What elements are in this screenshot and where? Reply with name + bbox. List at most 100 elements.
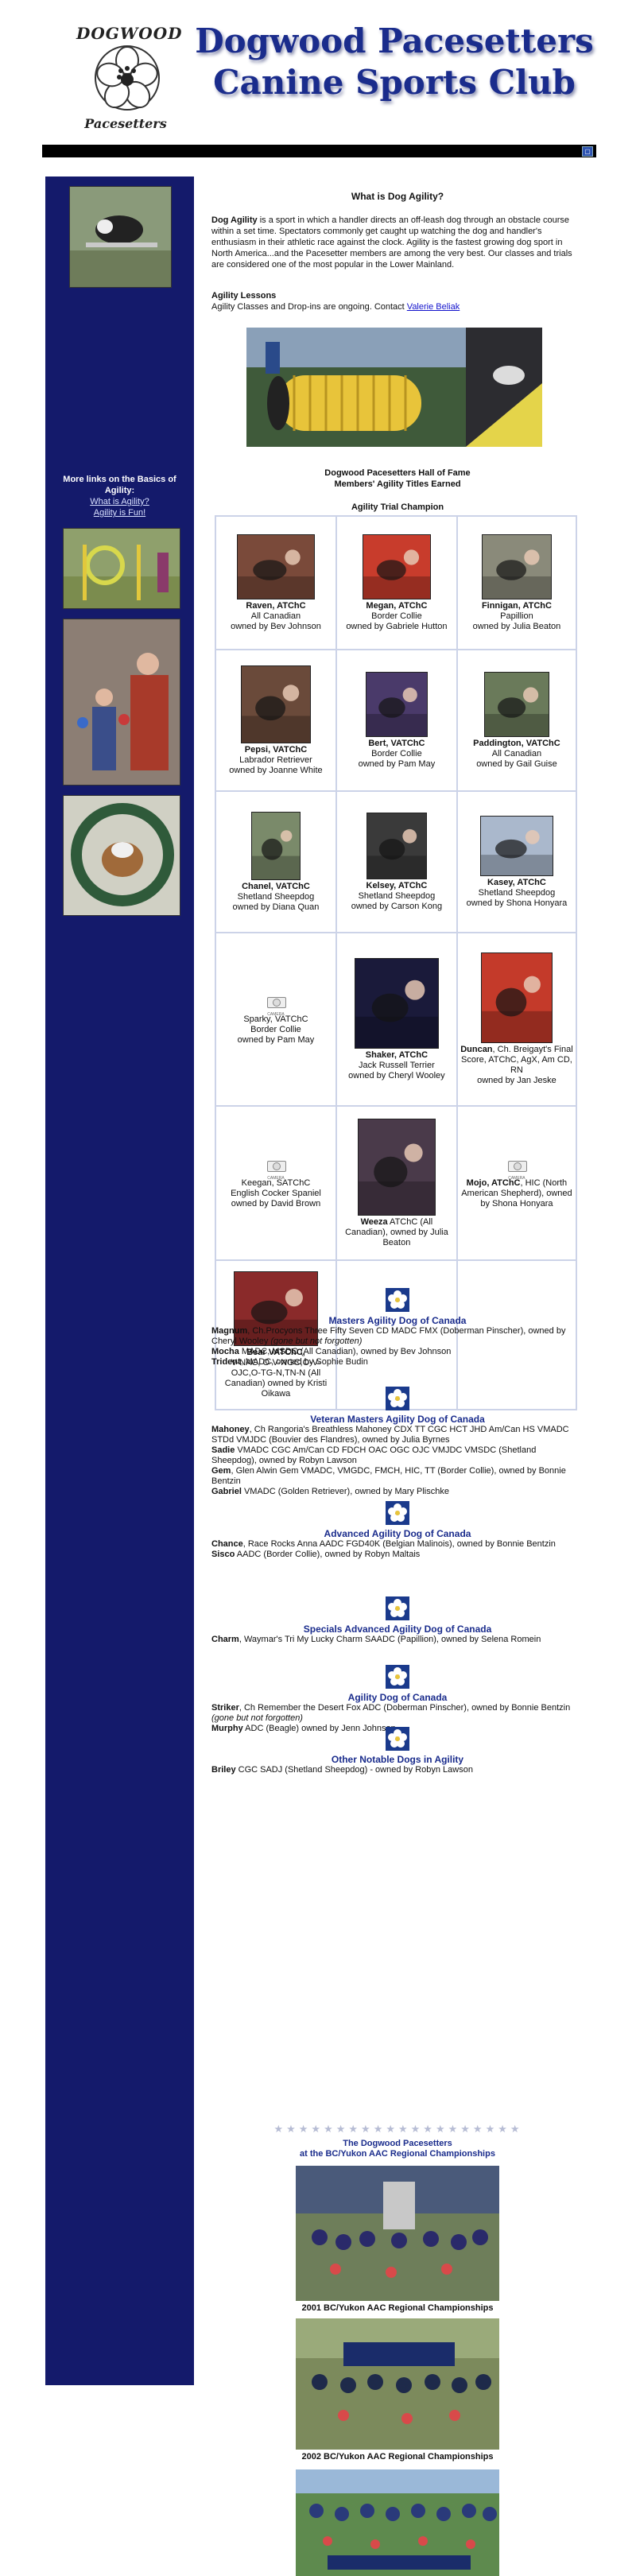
agility-lessons-banner (246, 328, 542, 447)
contact-link[interactable]: Valerie Beliak (407, 302, 460, 312)
lessons-text: Agility Classes and Drop-ins are ongoing… (211, 302, 460, 312)
champion-owner: owned by Gabriele Hutton (346, 621, 448, 631)
regional-caption-2001: 2001 BC/Yukon AAC Regional Championships (301, 2303, 494, 2313)
agility-trial-champion-title: Agility Trial Champion (351, 502, 444, 512)
dog-photo (483, 671, 549, 737)
regional-title: The Dogwood Pacesetters at the BC/Yukon … (211, 2139, 584, 2159)
dog-name: Chance (211, 1539, 243, 1549)
hall-of-fame-title-line2: Members' Agility Titles Earned (334, 479, 461, 489)
champion-name: Duncan (460, 1045, 493, 1054)
dog-name: Charm (211, 1635, 239, 1644)
champion-owner: owned by Diana Quan (232, 902, 320, 912)
dog-photo-icon (363, 549, 430, 599)
dog-details: AADC (Border Collie), owned by Robyn Mal… (235, 1550, 421, 1559)
champion-card: Weeza ATChC (All Canadian), owned by Jul… (335, 1105, 458, 1261)
champion-card: Finnigan, ATChC Papillion owned by Julia B… (456, 515, 578, 650)
category-entry: Chance, Race Rocks Anna AADC FGD40K (Bel… (211, 1539, 584, 1550)
champion-name: Kasey, ATChC (487, 877, 546, 887)
category-entry: Sisco AADC (Border Collie), owned by Rob… (211, 1550, 584, 1560)
champion-owner: owned by Pam May (358, 758, 436, 769)
champion-name: Chanel, VATChC (242, 881, 310, 891)
title-category: Advanced Agility Dog of Canada Chance, Ra… (211, 1501, 584, 1560)
champion-owner: owned by David Brown (231, 1198, 321, 1208)
champion-name: Shaker, ATChC (365, 1049, 429, 1060)
dog-photo-icon (481, 976, 552, 1042)
intro-term: Dog Agility (211, 215, 258, 225)
champion-name: Pepsi, VATChC (244, 744, 308, 755)
dog-name: Gabriel (211, 1487, 242, 1496)
camera-placeholder-label: CAMERA (267, 1011, 285, 1017)
dogwood-flower-icon (386, 1665, 409, 1689)
dog-photo-icon (241, 684, 310, 743)
champion-breed: Jack Russell Terrier (359, 1060, 435, 1070)
lessons-heading: Agility Lessons (211, 291, 277, 301)
champion-owner: owned by Pam May (237, 1034, 315, 1045)
dog-name: Mocha (211, 1347, 239, 1356)
champion-name: Bert, VATChC (368, 738, 425, 748)
dog-details: , MADC, owned by Sophie Budin (240, 1357, 368, 1367)
category-title: Agility Dog of Canada (347, 1692, 448, 1703)
logo-wordmark-bottom: Pacesetters (84, 116, 167, 131)
category-entry: Trident, MADC, owned by Sophie Budin (211, 1357, 584, 1368)
nav-button-icon[interactable]: ▢ (582, 146, 593, 157)
category-entry: Sadie VMADC CGC Am/Can CD FDCH OAC OGC O… (211, 1445, 584, 1466)
dogwood-flower-icon (386, 1501, 409, 1525)
group-photo-icon (296, 2469, 499, 2576)
sidebar-photo-ribbons (63, 619, 180, 786)
champion-breed: Shetland Sheepdog (358, 890, 436, 901)
champion-card: Megan, ATChC Border Collie owned by Gabrie… (335, 515, 458, 650)
dogwood-flower-icon (386, 1387, 409, 1410)
dog-photo-icon (480, 829, 553, 875)
champion-name: Finnigan, ATChC (481, 600, 552, 611)
champions-table: Raven, ATChC All Canadian owned by Bev Joh… (215, 515, 578, 1410)
champion-breed: Shetland Sheepdog (478, 887, 556, 898)
champion-owner: owned by Shona Honyara (466, 898, 568, 908)
champion-name: Raven, ATChC (246, 600, 306, 611)
regional-caption-2002: 2002 BC/Yukon AAC Regional Championships (301, 2452, 494, 2462)
sidebar-photo-weave-poles (63, 528, 180, 609)
category-entry: Charm, Waymar's Tri My Lucky Charm SAADC… (211, 1635, 584, 1645)
dog-photo (250, 811, 301, 880)
regional-photo-2001 (296, 2166, 499, 2301)
page-title: What is Dog Agility? (351, 191, 444, 202)
champion-breed: All Canadian (250, 611, 301, 621)
category-entry: Mahoney, Ch Rangoria's Breathless Mahone… (211, 1425, 584, 1445)
dog-details: VMADC (Golden Retriever), owned by Mary … (241, 1487, 449, 1496)
champion-name: Weeza (360, 1216, 388, 1227)
star-divider: ★★★★★★★★★★★★★★★★★★★★ (273, 2123, 523, 2135)
dog-photo-icon (70, 187, 171, 287)
category-title: Specials Advanced Agility Dog of Canada (303, 1624, 492, 1635)
champion-owner: owned by Bev Johnson (231, 621, 321, 631)
top-nav-bar: ▢ (42, 145, 596, 157)
category-entry: Briley CGC SADJ (Shetland Sheepdog) - ow… (211, 1765, 584, 1775)
dog-photo-icon (358, 1143, 435, 1215)
title-category: Veteran Masters Agility Dog of Canada Mah… (211, 1387, 584, 1497)
logo-wordmark-top: DOGWOOD (76, 24, 183, 43)
agility-photo-icon (64, 529, 180, 608)
hall-of-fame-title-line1: Dogwood Pacesetters Hall of Fame (324, 468, 471, 478)
champion-card: Duncan, Ch. Breigayt's Final Score, ATCh… (456, 932, 578, 1107)
dog-details: , Waymar's Tri My Lucky Charm SAADC (Pap… (238, 1635, 541, 1644)
tire-jump-photo-icon (64, 796, 180, 915)
dog-name: Gem (211, 1466, 231, 1476)
champion-card: CAMERA Keegan, SATChC English Cocker Spani… (215, 1105, 337, 1261)
dog-details: , Race Rocks Anna AADC FGD40K (Belgian M… (242, 1539, 556, 1549)
sidebar-link-agility-is-fun[interactable]: Agility is Fun! (61, 507, 178, 518)
dog-photo (479, 815, 553, 876)
title-category: Specials Advanced Agility Dog of Canada C… (211, 1596, 584, 1645)
dog-details: VMADC CGC Am/Can CD FDCH OAC OGC OJC VMJ… (211, 1445, 537, 1465)
dog-photo-icon (482, 549, 551, 599)
dog-details: MADC, MSDC (All Canadian), owned by Bev … (238, 1347, 452, 1356)
dog-name: Sisco (211, 1550, 235, 1559)
dog-photo (357, 1118, 436, 1216)
dog-photo (366, 812, 427, 879)
champions-row: CAMERA Sparky, VATChC Border Collie owned b… (215, 932, 578, 1107)
dog-photo-icon (366, 828, 426, 879)
champion-card: Pepsi, VATChC Labrador Retriever owned by … (215, 649, 337, 792)
hall-of-fame-title: Dogwood Pacesetters Hall of Fame Members… (211, 467, 584, 490)
champion-card: Raven, ATChC All Canadian owned by Bev Joh… (215, 515, 337, 650)
champion-card: CAMERA Mojo, ATChC, HIC (North American S… (456, 1105, 578, 1261)
title-category: Agility Dog of Canada Striker, Ch Remembe… (211, 1665, 584, 1734)
champion-card: Shaker, ATChC Jack Russell Terrier owned b… (335, 932, 458, 1107)
sidebar-link-what-is-agility[interactable]: What is Agility? (61, 496, 178, 507)
